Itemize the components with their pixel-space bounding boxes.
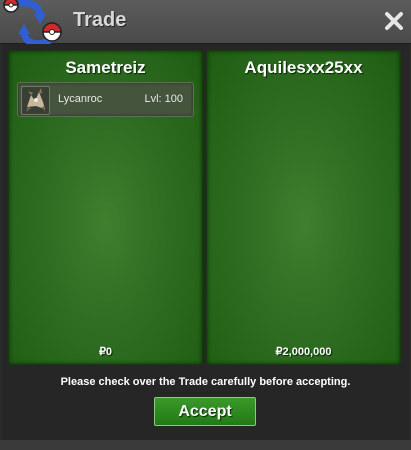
bottom-bar [0,440,411,450]
lycanroc-sprite-icon [21,86,50,115]
pokemon-name: Lycanroc [58,93,103,105]
pokemon-slot[interactable]: Lycanroc Lvl: 100 [17,82,194,117]
title-bar[interactable]: Trade [0,0,411,48]
player-name-partner: Aquilesxx25xx [244,58,363,77]
trade-window: Trade Sametreiz Lycanroc Lvl: 100 ₽0 Aqu… [0,0,411,450]
accept-button[interactable]: Accept [154,397,256,426]
pokeball-arrows-logo-icon [3,0,62,48]
player-name-self: Sametreiz [65,58,146,77]
close-icon[interactable] [383,10,405,32]
pokemon-level: Lvl: 100 [144,93,183,105]
trade-panel-self: Sametreiz Lycanroc Lvl: 100 ₽0 [8,50,203,365]
trade-notice: Please check over the Trade carefully be… [60,376,351,388]
window-title: Trade [73,9,127,31]
money-offer-partner: ₽2,000,000 [275,346,332,358]
money-offer-self: ₽0 [98,346,113,358]
trade-content: Sametreiz Lycanroc Lvl: 100 ₽0 Aquilesxx… [2,44,409,440]
trade-panel-partner: Aquilesxx25xx ₽2,000,000 [206,50,401,365]
